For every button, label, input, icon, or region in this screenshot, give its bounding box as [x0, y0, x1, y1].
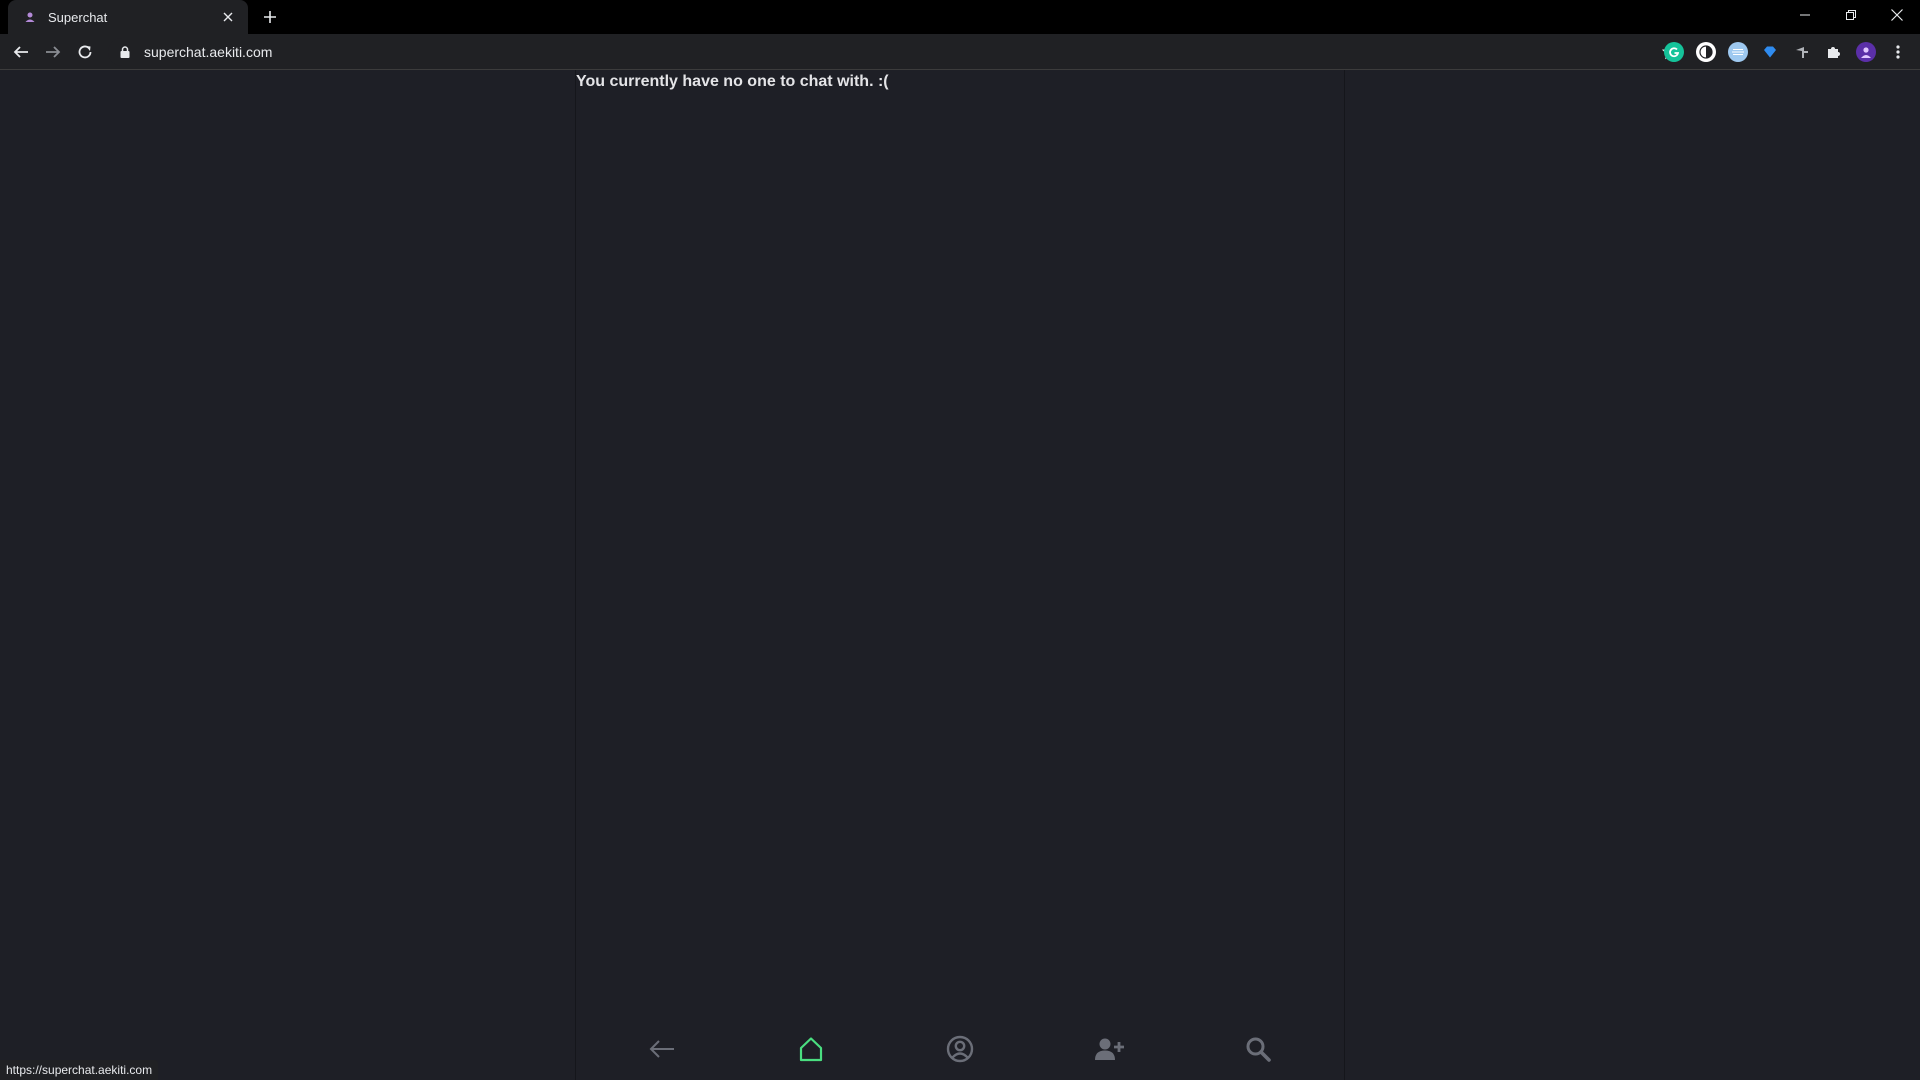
arrow-left-icon: [649, 1040, 674, 1058]
profile-nav-button[interactable]: [943, 1032, 977, 1066]
lock-icon: [120, 45, 134, 59]
chat-column: You currently have no one to chat with. …: [575, 70, 1345, 1080]
new-tab-icon[interactable]: [260, 7, 280, 27]
circle-extension-icon[interactable]: [1696, 42, 1716, 62]
page-body: You currently have no one to chat with. …: [0, 70, 1920, 1080]
address-bar[interactable]: superchat.aekiti.com: [108, 38, 1688, 66]
tab-strip: Superchat: [0, 0, 1920, 34]
home-icon: [799, 1037, 823, 1062]
gem-extension-icon[interactable]: [1760, 42, 1780, 62]
profile-avatar-icon[interactable]: [1856, 42, 1876, 62]
add-user-icon: [1095, 1038, 1124, 1060]
close-window-icon[interactable]: [1874, 0, 1920, 30]
tool-extension-icon[interactable]: [1792, 42, 1812, 62]
window-controls: [1782, 0, 1920, 30]
profile-icon: [946, 1035, 974, 1063]
status-bar-url: https://superchat.aekiti.com: [0, 1060, 159, 1080]
search-nav-button[interactable]: [1241, 1032, 1275, 1066]
minimize-icon[interactable]: [1782, 0, 1828, 30]
url-text: superchat.aekiti.com: [144, 44, 273, 60]
menu-kebab-icon[interactable]: [1888, 42, 1908, 62]
grammarly-extension-icon[interactable]: [1664, 42, 1684, 62]
close-tab-icon[interactable]: [218, 7, 238, 27]
bottom-navigation: [576, 1018, 1346, 1080]
home-nav-button[interactable]: [794, 1032, 828, 1066]
search-icon: [1246, 1037, 1271, 1062]
add-friend-nav-button[interactable]: [1092, 1032, 1126, 1066]
empty-chat-message: You currently have no one to chat with. …: [576, 73, 889, 90]
reload-icon[interactable]: [73, 40, 97, 64]
back-icon[interactable]: [9, 40, 33, 64]
extensions-puzzle-icon[interactable]: [1824, 42, 1844, 62]
restore-icon[interactable]: [1828, 0, 1874, 30]
browser-toolbar: superchat.aekiti.com: [0, 34, 1920, 70]
globe-extension-icon[interactable]: [1728, 42, 1748, 62]
back-nav-button[interactable]: [645, 1032, 679, 1066]
superchat-favicon-icon: [22, 9, 38, 25]
tab-title: Superchat: [48, 9, 108, 25]
forward-icon[interactable]: [41, 40, 65, 64]
browser-tab[interactable]: Superchat: [8, 0, 248, 34]
